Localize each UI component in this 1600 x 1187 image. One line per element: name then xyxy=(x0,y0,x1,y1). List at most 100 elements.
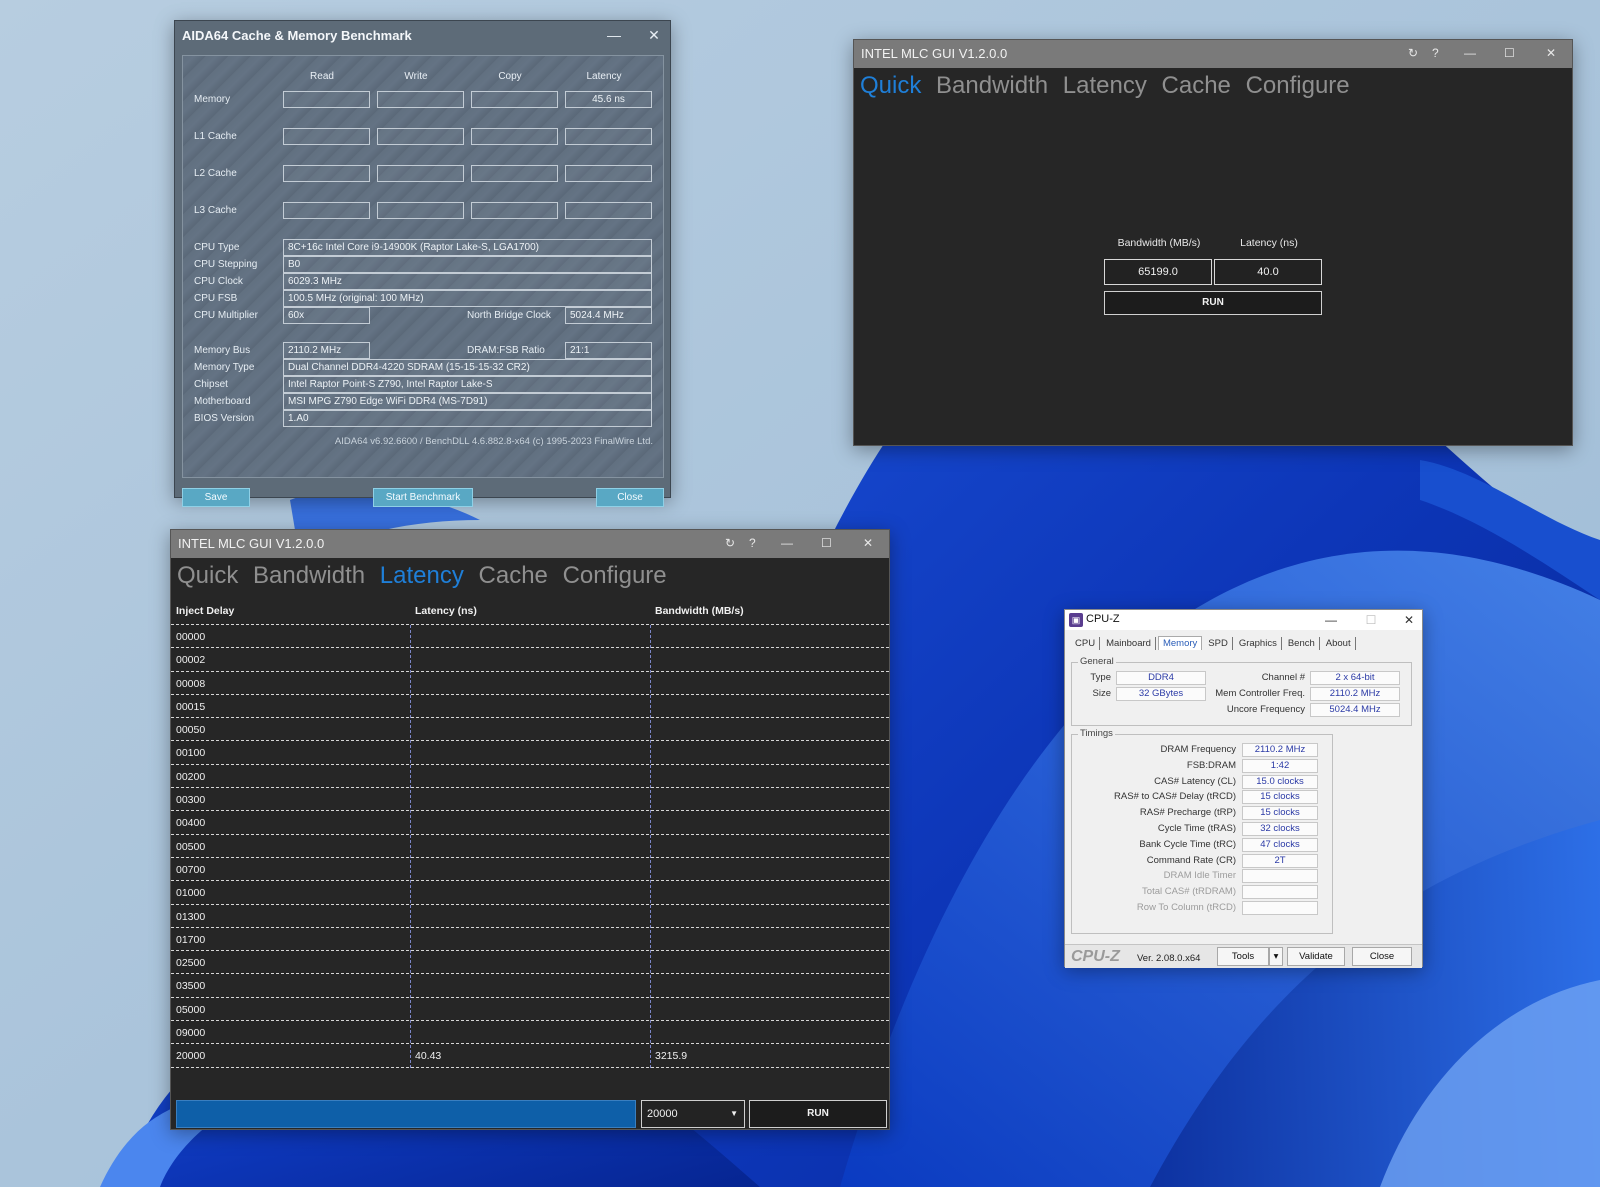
tools-dropdown-icon[interactable]: ▾ xyxy=(1269,947,1283,966)
minimize-icon[interactable]: — xyxy=(781,536,793,550)
latency-label: Latency (ns) xyxy=(1240,237,1298,249)
l2-write-field xyxy=(377,165,464,182)
close-icon[interactable]: ✕ xyxy=(863,536,873,550)
minimize-icon[interactable]: — xyxy=(1321,611,1341,629)
cpu-clock-label: CPU Clock xyxy=(194,276,243,287)
inject-delay-cell: 00300 xyxy=(176,794,206,807)
timing-label: DRAM Idle Timer xyxy=(1163,870,1236,882)
mlc-latency-titlebar[interactable]: INTEL MLC GUI V1.2.0.0 ↻ ? — ☐ ✕ xyxy=(171,530,889,558)
memory-latency-field: 45.6 ns xyxy=(565,91,652,108)
cpuz-close-button[interactable]: Close xyxy=(1352,947,1412,966)
cpuz-tab-strip: CPU Mainboard Memory SPD Graphics Bench About xyxy=(1071,636,1358,654)
table-row: 00300 xyxy=(171,788,889,812)
tab-cache[interactable]: Cache xyxy=(1162,72,1231,99)
channel-label: Channel # xyxy=(1261,672,1305,683)
col-header-latency: Latency xyxy=(586,71,622,82)
mem-controller-freq-label: Mem Controller Freq. xyxy=(1215,688,1305,699)
timing-value: 2T xyxy=(1242,853,1318,868)
benchmark-panel: Read Write Copy Latency Memory 45.6 ns L… xyxy=(182,55,664,478)
minimize-icon[interactable]: — xyxy=(1464,46,1476,60)
cpu-stepping-value: B0 xyxy=(283,256,652,273)
bios-label: BIOS Version xyxy=(194,413,255,424)
cpuz-bottom-bar: CPU-Z Ver. 2.08.0.x64 Tools ▾ Validate C… xyxy=(1065,944,1422,968)
minimize-icon[interactable]: — xyxy=(603,25,625,45)
maximize-icon[interactable]: ☐ xyxy=(1504,46,1515,60)
bandwidth-value-field: 65199.0 xyxy=(1104,259,1212,285)
aida-close-button[interactable]: Close xyxy=(596,488,664,507)
tab-memory[interactable]: Memory xyxy=(1157,636,1203,650)
chipset-value: Intel Raptor Point-S Z790, Intel Raptor … xyxy=(283,376,652,393)
cpuz-window: ▣ CPU-Z — ☐ ✕ CPU Mainboard Memory SPD Graph… xyxy=(1064,609,1423,968)
dropdown-caret-icon[interactable]: ▼ xyxy=(730,1101,738,1127)
help-icon[interactable]: ? xyxy=(1432,46,1439,60)
motherboard-value: MSI MPG Z790 Edge WiFi DDR4 (MS-7D91) xyxy=(283,393,652,410)
save-button[interactable]: Save xyxy=(182,488,250,507)
tab-about[interactable]: About xyxy=(1322,637,1356,650)
table-row: 00002 xyxy=(171,648,889,672)
table-row: 02500 xyxy=(171,951,889,975)
memory-type-value: Dual Channel DDR4-4220 SDRAM (15-15-15-3… xyxy=(283,359,652,376)
tools-button[interactable]: Tools xyxy=(1217,947,1269,966)
tab-quick[interactable]: Quick xyxy=(860,72,921,99)
tab-configure[interactable]: Configure xyxy=(563,562,667,589)
channel-value: 2 x 64-bit xyxy=(1310,671,1400,685)
inject-delay-cell: 00050 xyxy=(176,724,206,737)
tab-latency[interactable]: Latency xyxy=(1063,72,1147,99)
close-icon[interactable]: ✕ xyxy=(1546,46,1556,60)
progress-bar xyxy=(176,1100,636,1128)
start-benchmark-button[interactable]: Start Benchmark xyxy=(373,488,473,507)
help-icon[interactable]: ? xyxy=(749,536,756,550)
timing-value xyxy=(1242,901,1318,915)
run-button[interactable]: RUN xyxy=(749,1100,887,1128)
timing-label: Row To Column (tRCD) xyxy=(1136,902,1236,913)
aida64-titlebar[interactable]: AIDA64 Cache & Memory Benchmark — ✕ xyxy=(175,21,670,51)
tab-configure[interactable]: Configure xyxy=(1246,72,1350,99)
tab-cpu[interactable]: CPU xyxy=(1071,637,1101,650)
l2-copy-field xyxy=(471,165,558,182)
cpu-multiplier-label: CPU Multiplier xyxy=(194,310,258,321)
general-group-label: General xyxy=(1078,656,1116,667)
tab-cache[interactable]: Cache xyxy=(479,562,548,589)
cpuz-titlebar[interactable]: ▣ CPU-Z — ☐ ✕ xyxy=(1065,610,1422,630)
table-row: 00700 xyxy=(171,858,889,882)
mlc-quick-titlebar[interactable]: INTEL MLC GUI V1.2.0.0 ↻ ? — ☐ ✕ xyxy=(854,40,1572,68)
inject-delay-select[interactable]: 20000 ▼ xyxy=(641,1100,745,1128)
close-icon[interactable]: ✕ xyxy=(643,25,665,45)
maximize-icon[interactable]: ☐ xyxy=(1361,611,1381,629)
tab-graphics[interactable]: Graphics xyxy=(1235,637,1282,650)
validate-button[interactable]: Validate xyxy=(1287,947,1345,966)
tab-bandwidth[interactable]: Bandwidth xyxy=(936,72,1048,99)
chipset-label: Chipset xyxy=(194,379,228,390)
l3-write-field xyxy=(377,202,464,219)
table-row: 00500 xyxy=(171,835,889,858)
refresh-icon[interactable]: ↻ xyxy=(1408,46,1418,60)
mlc-latency-window: INTEL MLC GUI V1.2.0.0 ↻ ? — ☐ ✕ Quick B… xyxy=(170,529,890,1130)
inject-delay-cell: 00008 xyxy=(176,677,206,690)
latency-cell: 40.43 xyxy=(415,1050,442,1063)
tab-spd[interactable]: SPD xyxy=(1204,637,1233,650)
inject-delay-cell: 00200 xyxy=(176,770,206,783)
cpu-multiplier-value: 60x xyxy=(283,307,370,324)
tab-bandwidth[interactable]: Bandwidth xyxy=(253,562,365,589)
close-icon[interactable]: ✕ xyxy=(1399,611,1419,629)
table-row: 05000 xyxy=(171,998,889,1022)
run-button[interactable]: RUN xyxy=(1104,291,1322,315)
table-row: 00000 xyxy=(171,625,889,649)
col-header-read: Read xyxy=(310,71,334,82)
timing-label: RAS# Precharge (tRP) xyxy=(1139,807,1236,819)
bandwidth-cell: 3215.9 xyxy=(655,1050,688,1063)
table-row: 00400 xyxy=(171,811,889,835)
tab-latency[interactable]: Latency xyxy=(380,562,464,589)
tab-quick[interactable]: Quick xyxy=(177,562,238,589)
mlc-quick-nav: Quick Bandwidth Latency Cache Configure xyxy=(860,72,1358,100)
tab-bench[interactable]: Bench xyxy=(1284,637,1320,650)
motherboard-label: Motherboard xyxy=(194,396,251,407)
inject-delay-cell: 00002 xyxy=(176,654,206,667)
refresh-icon[interactable]: ↻ xyxy=(725,536,735,550)
table-row: 01700 xyxy=(171,928,889,952)
row-label-l3: L3 Cache xyxy=(194,205,237,216)
timing-label: DRAM Frequency xyxy=(1160,744,1237,755)
latency-value-field: 40.0 xyxy=(1214,259,1322,285)
maximize-icon[interactable]: ☐ xyxy=(821,536,832,550)
tab-mainboard[interactable]: Mainboard xyxy=(1102,637,1156,650)
